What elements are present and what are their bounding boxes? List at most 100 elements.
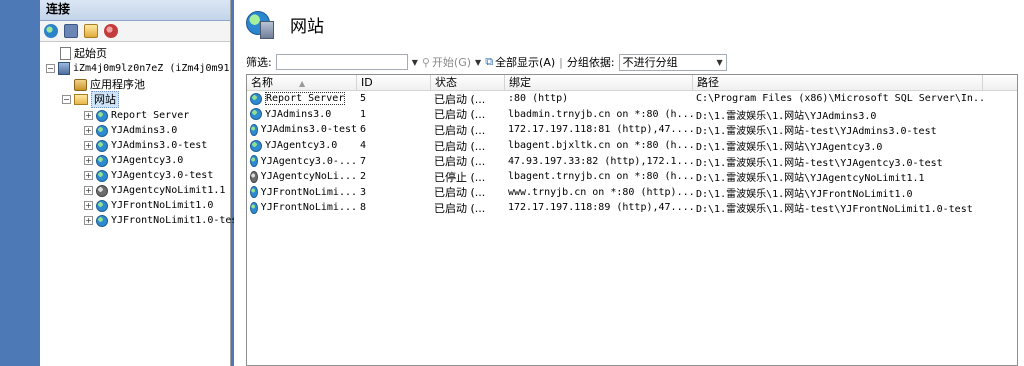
- column-header-id[interactable]: ID: [357, 75, 431, 90]
- cell-path: D:\1.雷波娱乐\1.网站\YJAgentcyNoLimit1.1: [696, 173, 925, 185]
- table-row[interactable]: YJAdmins3.0-test 6 已启动 (... 172.17.197.1…: [247, 122, 1017, 138]
- tree-site-item[interactable]: + YJAdmins3.0: [84, 123, 177, 138]
- cell-name: YJAgentcyNoLi...: [260, 171, 357, 183]
- tree-site-item[interactable]: + YJFrontNoLimit1.0: [84, 198, 213, 213]
- list-header: 名称 ▲ ID 状态 绑定 路径: [247, 75, 1017, 91]
- table-row[interactable]: YJAgentcy3.0-... 7 已启动 (... 47.93.197.33…: [247, 153, 1017, 169]
- filter-label: 筛选:: [246, 56, 272, 69]
- table-row[interactable]: Report Server 5 已启动 (... :80 (http) C:\P…: [247, 91, 1017, 107]
- site-stopped-icon: [250, 170, 258, 183]
- tree-sites[interactable]: − 网站: [62, 91, 119, 108]
- up-level-icon[interactable]: [84, 24, 98, 38]
- collapse-sites-icon[interactable]: −: [62, 95, 71, 104]
- filter-dropdown-icon[interactable]: ▼: [412, 58, 418, 67]
- tree-site-item[interactable]: + YJFrontNoLimit1.0-tes: [84, 213, 237, 228]
- tree-site-label: YJFrontNoLimit1.0-tes: [111, 215, 238, 226]
- collapse-server-icon[interactable]: −: [46, 64, 55, 73]
- toolbar-separator: |: [559, 55, 563, 69]
- connect-icon[interactable]: [44, 24, 58, 38]
- cell-binding: 172.17.197.118:89 (http),47....: [508, 202, 693, 214]
- save-icon[interactable]: [64, 24, 78, 38]
- group-by-value: 不进行分组: [622, 56, 678, 69]
- expand-icon[interactable]: +: [84, 216, 93, 225]
- cell-id: 2: [360, 171, 367, 183]
- tree-server-label: iZm4j0m9lz0n7eZ (iZm4j0m91: [73, 63, 230, 74]
- cell-id: 8: [360, 202, 367, 214]
- group-by-select[interactable]: 不进行分组 ▼: [618, 53, 727, 71]
- start-dropdown-icon[interactable]: ▼: [475, 58, 481, 67]
- cell-id: 3: [360, 186, 367, 198]
- expand-icon[interactable]: +: [84, 171, 93, 180]
- table-row[interactable]: YJAdmins3.0 1 已启动 (... lbadmin.trnyjb.cn…: [247, 107, 1017, 123]
- filter-input[interactable]: [275, 54, 408, 70]
- tree-site-item[interactable]: + YJAgentcy3.0-test: [84, 168, 213, 183]
- chevron-down-icon: ▼: [716, 57, 723, 67]
- table-row[interactable]: YJAgentcy3.0 4 已启动 (... lbagent.bjxltk.c…: [247, 138, 1017, 154]
- cell-binding: lbagent.trnyjb.cn on *:80 (h...: [508, 171, 693, 183]
- site-globe-icon: [96, 139, 108, 152]
- tree-site-item[interactable]: + YJAdmins3.0-test: [84, 138, 207, 153]
- cell-name: YJAdmins3.0: [265, 108, 332, 120]
- expand-icon[interactable]: +: [84, 201, 93, 210]
- tree-site-item[interactable]: + YJAgentcyNoLimit1.1: [84, 183, 225, 198]
- site-globe-icon: [250, 108, 262, 121]
- disconnect-icon[interactable]: [104, 24, 118, 38]
- cell-id: 7: [360, 155, 367, 167]
- connections-tree: 起始页 − iZm4j0m9lz0n7eZ (iZm4j0m91 应用程序池 −…: [40, 42, 237, 227]
- column-header-path[interactable]: 路径: [693, 75, 983, 90]
- cell-name: YJAgentcy3.0: [265, 140, 338, 152]
- cell-path: D:\1.雷波娱乐\1.网站\YJFrontNoLimit1.0: [696, 188, 913, 200]
- cell-name: YJAgentcy3.0-...: [260, 155, 357, 167]
- site-stopped-icon: [96, 184, 108, 197]
- sort-ascending-icon: ▲: [299, 79, 306, 88]
- site-globe-icon: [96, 109, 108, 122]
- column-header-state[interactable]: 状态: [431, 75, 505, 90]
- cell-state: 已启动 (...: [434, 108, 486, 122]
- cell-name: Report Server: [265, 92, 346, 106]
- tree-start-page[interactable]: 起始页: [60, 46, 107, 61]
- connections-title: 连接: [40, 0, 230, 21]
- site-globe-icon: [250, 123, 258, 136]
- cell-name: YJFrontNoLimi...: [260, 202, 357, 214]
- site-globe-icon: [96, 199, 108, 212]
- cell-state: 已启动 (...: [434, 139, 486, 153]
- cell-path: C:\Program Files (x86)\Microsoft SQL Ser…: [696, 93, 983, 105]
- connections-toolbar: [40, 21, 230, 42]
- site-globe-icon: [250, 186, 258, 199]
- expand-icon[interactable]: +: [84, 126, 93, 135]
- connections-panel: 连接 起始页 − iZm4j0m9lz0n7eZ (iZm4j0m91 应用程序…: [40, 0, 237, 366]
- cell-binding: :80 (http): [508, 93, 569, 105]
- tree-site-item[interactable]: + YJAgentcy3.0: [84, 153, 183, 168]
- tree-app-pools[interactable]: 应用程序池: [74, 77, 145, 92]
- cell-path: D:\1.雷波娱乐\1.网站-test\YJAgentcy3.0-test: [696, 157, 943, 169]
- start-filter-label: 开始(G): [431, 56, 472, 69]
- tree-site-label: YJAdmins3.0-test: [111, 140, 208, 151]
- expand-icon[interactable]: +: [84, 111, 93, 120]
- cell-binding: lbadmin.trnyjb.cn on *:80 (h...: [508, 108, 693, 120]
- table-row[interactable]: YJFrontNoLimi... 8 已启动 (... 172.17.197.1…: [247, 200, 1017, 216]
- column-header-name[interactable]: 名称 ▲: [247, 75, 357, 90]
- show-all-button[interactable]: ⧉ 全部显示(A): [485, 54, 555, 70]
- binoculars-icon: ⚲: [421, 55, 430, 69]
- start-filter-button[interactable]: ⚲ 开始(G): [422, 54, 471, 70]
- tree-server[interactable]: − iZm4j0m9lz0n7eZ (iZm4j0m91: [46, 61, 230, 76]
- column-name-label: 名称: [251, 76, 273, 89]
- cell-binding: www.trnyjb.cn on *:80 (http)...: [508, 186, 693, 198]
- table-row[interactable]: YJFrontNoLimi... 3 已启动 (... www.trnyjb.c…: [247, 185, 1017, 201]
- expand-icon[interactable]: +: [84, 141, 93, 150]
- table-row[interactable]: YJAgentcyNoLi... 2 已停止 (... lbagent.trny…: [247, 169, 1017, 185]
- tree-site-item[interactable]: + Report Server: [84, 108, 189, 123]
- column-header-binding[interactable]: 绑定: [505, 75, 693, 90]
- site-globe-icon: [250, 139, 262, 152]
- tree-site-label: YJFrontNoLimit1.0: [111, 200, 214, 211]
- tree-start-page-label: 起始页: [74, 47, 107, 60]
- cell-state: 已停止 (...: [434, 170, 486, 184]
- cell-id: 5: [360, 93, 367, 105]
- cell-state: 已启动 (...: [434, 92, 486, 106]
- expand-icon[interactable]: +: [84, 186, 93, 195]
- sites-list: 名称 ▲ ID 状态 绑定 路径 Report Server 5 已启动 (...…: [246, 74, 1018, 366]
- expand-icon[interactable]: +: [84, 156, 93, 165]
- cell-binding: 172.17.197.118:81 (http),47....: [508, 124, 693, 136]
- site-globe-icon: [250, 155, 258, 168]
- filter-toolbar: 筛选: ▼ ⚲ 开始(G) ▼ ⧉ 全部显示(A) | 分组依据: 不进行分组 …: [246, 52, 1018, 72]
